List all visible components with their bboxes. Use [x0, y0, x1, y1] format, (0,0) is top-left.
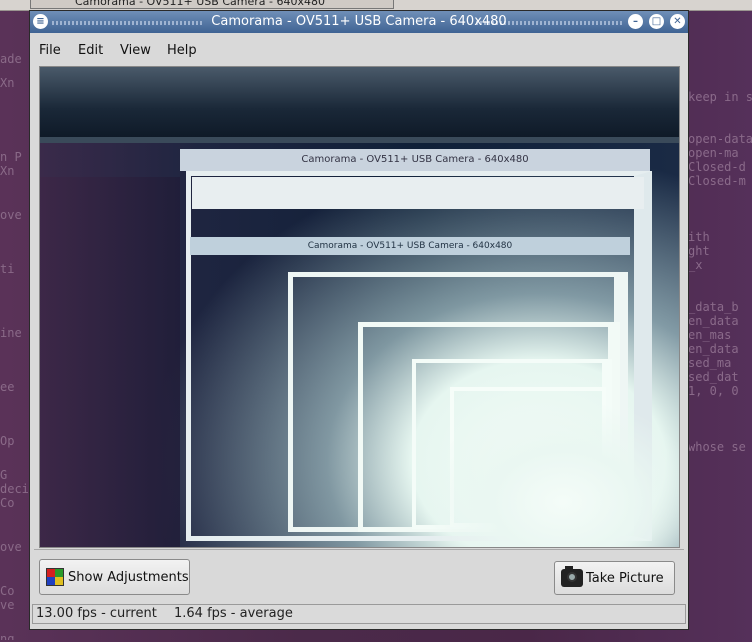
- bg-fragment: [688, 398, 752, 412]
- background-task-item[interactable]: Camorama - OV511+ USB Camera - 640x480: [30, 0, 394, 9]
- bg-fragment: Closed-m: [688, 174, 746, 188]
- take-picture-button[interactable]: Take Picture: [554, 561, 675, 595]
- bg-fragment: [688, 272, 752, 286]
- bg-fragment: ng: [0, 632, 15, 640]
- bg-fragment: en_mas: [688, 328, 732, 342]
- bg-fragment: Closed-d: [688, 160, 746, 174]
- bg-fragment: open-data: [688, 132, 752, 146]
- feed-glare: [420, 397, 679, 547]
- bg-fragment: [688, 286, 752, 300]
- bg-fragment: _data_b: [688, 300, 739, 314]
- bg-fragment: [688, 104, 752, 118]
- feed-frame-5: Camorama - OV511+ USB Camera - 640x480: [190, 237, 630, 255]
- bg-fragment: [688, 188, 752, 202]
- bg-fragment: [688, 216, 752, 230]
- bg-fragment: sed_dat: [688, 370, 739, 384]
- bg-fragment: en_data: [688, 342, 739, 356]
- take-picture-label: Take Picture: [586, 570, 664, 586]
- background-text-right: keep in sy open-dataopen-maClosed-dClose…: [688, 90, 752, 640]
- fps-current: 13.00 fps - current: [36, 606, 157, 621]
- bg-fragment: [688, 426, 752, 440]
- bg-fragment: [688, 412, 752, 426]
- menubar: File Edit View Help: [39, 43, 197, 58]
- separator: [34, 549, 684, 550]
- bg-fragment: 1, 0, 0: [688, 384, 739, 398]
- bg-fragment: ith: [688, 230, 710, 244]
- feed-frame-4: [192, 177, 644, 209]
- feed-monitor-bezel: [40, 67, 679, 137]
- show-adjustments-button[interactable]: Show Adjustments: [39, 559, 190, 595]
- camera-feed: Camorama - OV511+ USB Camera - 640x480 C…: [39, 66, 680, 548]
- window-titlebar[interactable]: ≡ Camorama - OV511+ USB Camera - 640x480…: [30, 11, 688, 33]
- show-adjustments-label: Show Adjustments: [68, 569, 189, 585]
- bg-fragment: whose se: [688, 440, 746, 454]
- bg-fragment: en_data: [688, 314, 739, 328]
- fps-average: 1.64 fps - average: [174, 606, 293, 621]
- feed-frame-2: Camorama - OV511+ USB Camera - 640x480: [180, 149, 650, 171]
- close-icon[interactable]: ✕: [670, 14, 685, 29]
- bg-fragment: keep in sy: [688, 90, 752, 104]
- bg-fragment: sed_ma: [688, 356, 732, 370]
- bg-fragment: open-ma: [688, 146, 739, 160]
- bg-fragment: [688, 118, 752, 132]
- bg-fragment: [688, 202, 752, 216]
- camera-icon: [561, 566, 583, 587]
- nested-title-2: Camorama - OV511+ USB Camera - 640x480: [307, 241, 513, 251]
- maximize-icon[interactable]: □: [649, 14, 664, 29]
- camorama-window: ≡ Camorama - OV511+ USB Camera - 640x480…: [29, 10, 689, 630]
- bg-fragment: ght: [688, 244, 710, 258]
- feed-left-desktop: [40, 177, 180, 547]
- statusbar: 13.00 fps - current 1.64 fps - average: [32, 604, 686, 624]
- nested-title-1: Camorama - OV511+ USB Camera - 640x480: [301, 154, 529, 165]
- color-palette-icon: [46, 568, 64, 586]
- window-title: Camorama - OV511+ USB Camera - 640x480: [211, 14, 507, 29]
- minimize-icon[interactable]: –: [628, 14, 643, 29]
- bg-fragment: _x: [688, 258, 703, 272]
